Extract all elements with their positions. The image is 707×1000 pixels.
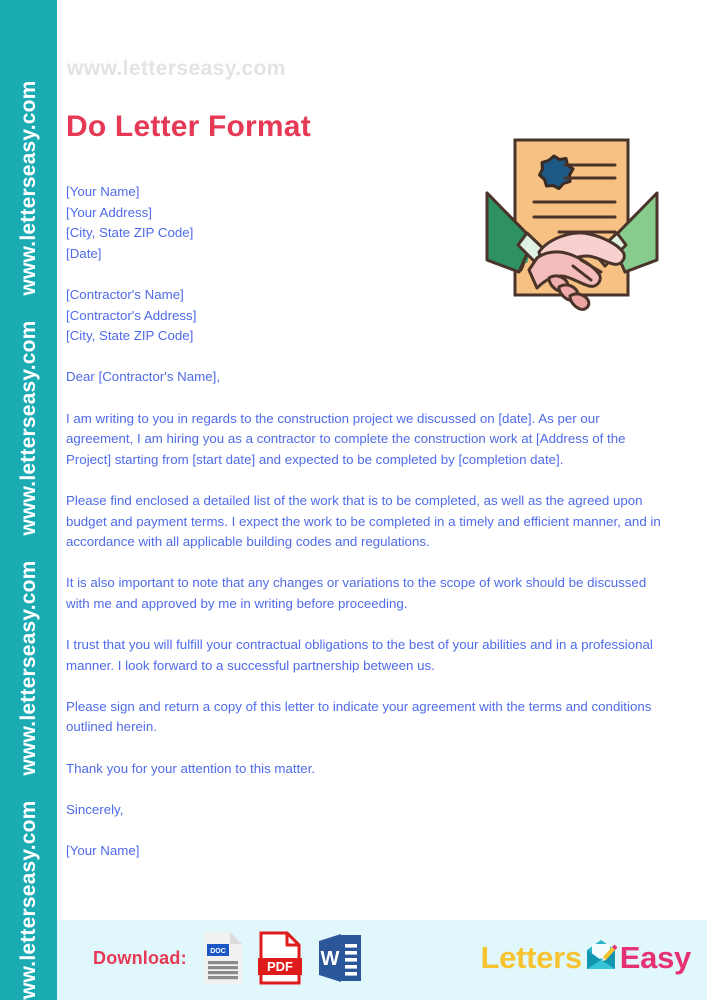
sender-line-3: [City, State ZIP Code] <box>66 225 194 241</box>
sidebar-watermark-2: www.letterseasy.com <box>16 320 40 536</box>
download-label: Download: <box>93 948 187 968</box>
sidebar-watermark-3: www.letterseasy.com <box>16 560 40 776</box>
letter-paragraph-5: Please sign and return a copy of this le… <box>66 698 652 735</box>
signature-name: [Your Name] <box>66 843 140 858</box>
svg-text:W: W <box>321 948 340 970</box>
letter-paragraph-3: It is also important to note that any ch… <box>66 575 647 611</box>
sender-address-block: [Your Name] [Your Address] [City, State … <box>66 182 661 264</box>
closing: Sincerely, <box>66 801 124 817</box>
doc-file-icon[interactable]: DOC <box>202 931 244 990</box>
letter-paragraph-1: I am writing to you in regards to the co… <box>66 410 626 467</box>
branding-sidebar: www.letterseasy.com www.letterseasy.com … <box>0 0 57 1000</box>
letter-content-area: www.letterseasy.com Do Letter Format [Yo… <box>57 0 707 1000</box>
letterseasy-logo[interactable]: Letters Easy <box>481 938 691 977</box>
sender-line-1: [Your Name] <box>66 184 140 199</box>
page-watermark: www.letterseasy.com <box>67 57 286 80</box>
recipient-line-3: [City, State ZIP Code] <box>66 328 194 344</box>
word-file-icon[interactable]: W <box>316 931 364 990</box>
sender-line-2: [Your Address] <box>66 204 152 220</box>
recipient-line-1: [Contractor's Name] <box>66 286 184 302</box>
letter-template-page: www.letterseasy.com www.letterseasy.com … <box>0 0 707 1000</box>
sender-line-4: [Date] <box>66 245 102 261</box>
envelope-pencil-icon <box>583 938 619 977</box>
sidebar-watermark-1: www.letterseasy.com <box>16 80 40 296</box>
letter-paragraph-4: I trust that you will fulfill your contr… <box>66 637 653 673</box>
letter-body: [Your Name] [Your Address] [City, State … <box>66 182 661 862</box>
svg-text:DOC: DOC <box>210 948 226 955</box>
page-title: Do Letter Format <box>66 110 311 143</box>
download-icons: DOC PDF W <box>202 931 364 990</box>
letter-paragraph-6: Thank you for your attention to this mat… <box>66 760 316 776</box>
logo-text-letters: Letters <box>480 940 583 975</box>
download-footer: Download: DOC PDF W Letters Easy <box>57 920 707 1000</box>
salutation: Dear [Contractor's Name], <box>66 369 221 385</box>
svg-text:PDF: PDF <box>267 959 293 974</box>
recipient-address-block: [Contractor's Name] [Contractor's Addres… <box>66 285 661 347</box>
letter-paragraph-2: Please find enclosed a detailed list of … <box>66 492 661 550</box>
logo-text-easy: Easy <box>619 940 692 975</box>
pdf-file-icon[interactable]: PDF <box>257 931 303 990</box>
recipient-line-2: [Contractor's Address] <box>66 307 197 323</box>
sidebar-watermark-4: www.letterseasy.com <box>16 800 40 1000</box>
